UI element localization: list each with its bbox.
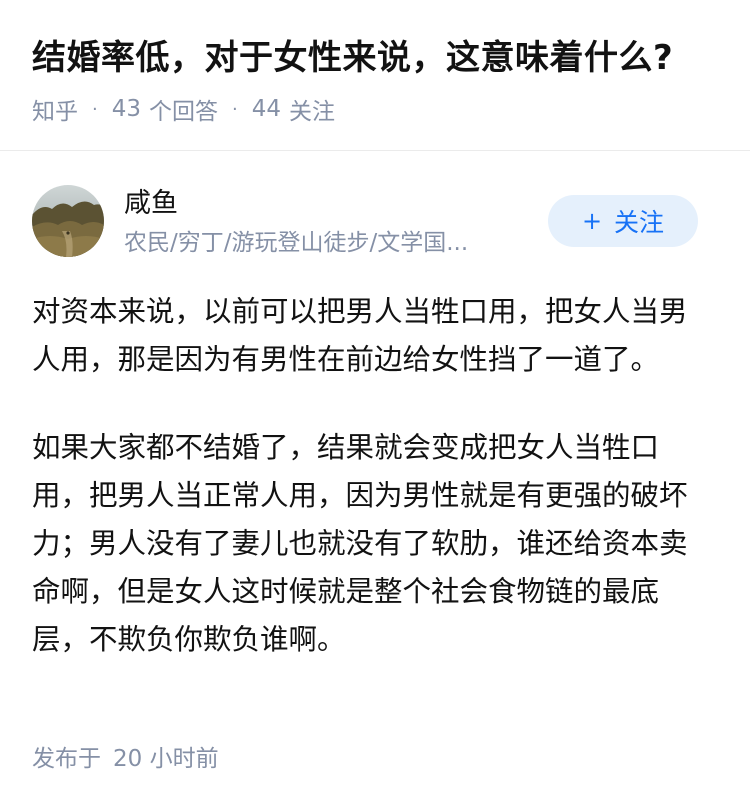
published-label: 发布于 xyxy=(32,746,101,772)
plus-icon: + xyxy=(581,207,603,235)
question-meta: 知乎 · 43 个回答 · 44 关注 xyxy=(32,92,335,126)
follower-count: 44 xyxy=(251,96,282,122)
answer-paragraph: 对资本来说，以前可以把男人当牲口用，把女人当男人用，那是因为有男性在前边给女性挡… xyxy=(32,295,688,376)
avatar[interactable] xyxy=(32,185,104,257)
answer-count-label: 个回答 xyxy=(149,99,219,125)
publish-info: 发布于 20 小时前 xyxy=(32,742,219,776)
author-row: 咸鱼 农民/穷丁/游玩登山徒步/文学国... + 关注 xyxy=(32,185,718,261)
avatar-image xyxy=(32,185,104,257)
answer-count: 43 xyxy=(111,96,142,122)
separator-dot: · xyxy=(92,98,98,120)
follow-button[interactable]: + 关注 xyxy=(548,195,698,247)
answer-paragraph: 如果大家都不结婚了，结果就会变成把女人当牲口用，把男人当正常人用，因为男性就是有… xyxy=(32,431,688,656)
source-label[interactable]: 知乎 xyxy=(32,92,78,126)
answer-body: 对资本来说，以前可以把男人当牲口用，把女人当男人用，那是因为有男性在前边给女性挡… xyxy=(32,288,704,704)
question-header: 结婚率低，对于女性来说，这意味着什么? 知乎 · 43 个回答 · 44 关注 xyxy=(0,0,750,151)
follow-button-label: 关注 xyxy=(614,208,665,237)
question-title[interactable]: 结婚率低，对于女性来说，这意味着什么? xyxy=(32,34,722,82)
author-name[interactable]: 咸鱼 xyxy=(124,185,178,223)
separator-dot: · xyxy=(232,98,238,120)
author-bio: 农民/穷丁/游玩登山徒步/文学国... xyxy=(124,230,469,256)
follower-count-label: 关注 xyxy=(289,99,336,125)
published-time: 20 小时前 xyxy=(113,746,219,772)
